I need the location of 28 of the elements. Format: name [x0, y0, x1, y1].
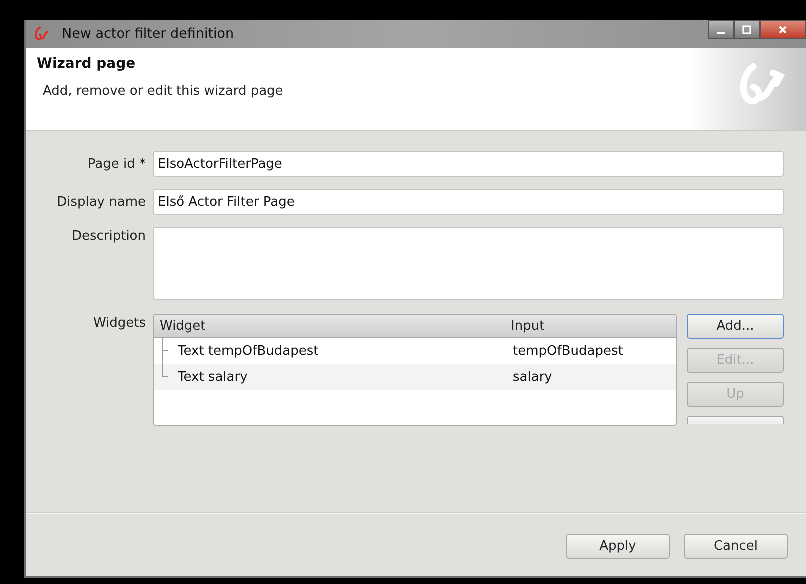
field-label: Display name [56, 194, 147, 210]
widget-cell-text: Text salary [177, 370, 249, 384]
field-label: Widgets [92, 315, 147, 331]
maximize-icon [741, 24, 753, 36]
table-row[interactable]: Text tempOfBudapest tempOfBudapest [154, 338, 676, 364]
widget-cell-text: Text tempOfBudapest [177, 344, 320, 358]
table-row[interactable]: Text salary salary [154, 364, 676, 390]
field-label: Page id * [86, 156, 147, 172]
text-field[interactable]: Első Actor Filter Page [153, 189, 784, 215]
text-field[interactable]: ElsoActorFilterPage [153, 151, 784, 177]
page-title: Wizard page [37, 56, 137, 72]
app-logo-icon [32, 25, 50, 43]
field-label: Description [70, 228, 147, 244]
maximize-button[interactable] [734, 20, 760, 39]
close-button[interactable] [760, 20, 806, 39]
minimize-button[interactable] [708, 20, 734, 39]
description-field[interactable] [153, 227, 784, 300]
minimize-icon [717, 32, 725, 34]
column-header[interactable]: Input [505, 318, 545, 334]
footer-button[interactable]: Cancel [684, 534, 788, 559]
footer-button[interactable]: Apply [566, 534, 670, 559]
input-cell: salary [513, 370, 552, 384]
close-icon [777, 24, 789, 36]
window-title: New actor filter definition [62, 26, 236, 42]
page-subtitle: Add, remove or edit this wizard page [43, 84, 284, 99]
side-button[interactable]: Add... [687, 314, 784, 339]
column-header[interactable]: Widget [154, 318, 505, 334]
input-cell: tempOfBudapest [513, 344, 624, 358]
